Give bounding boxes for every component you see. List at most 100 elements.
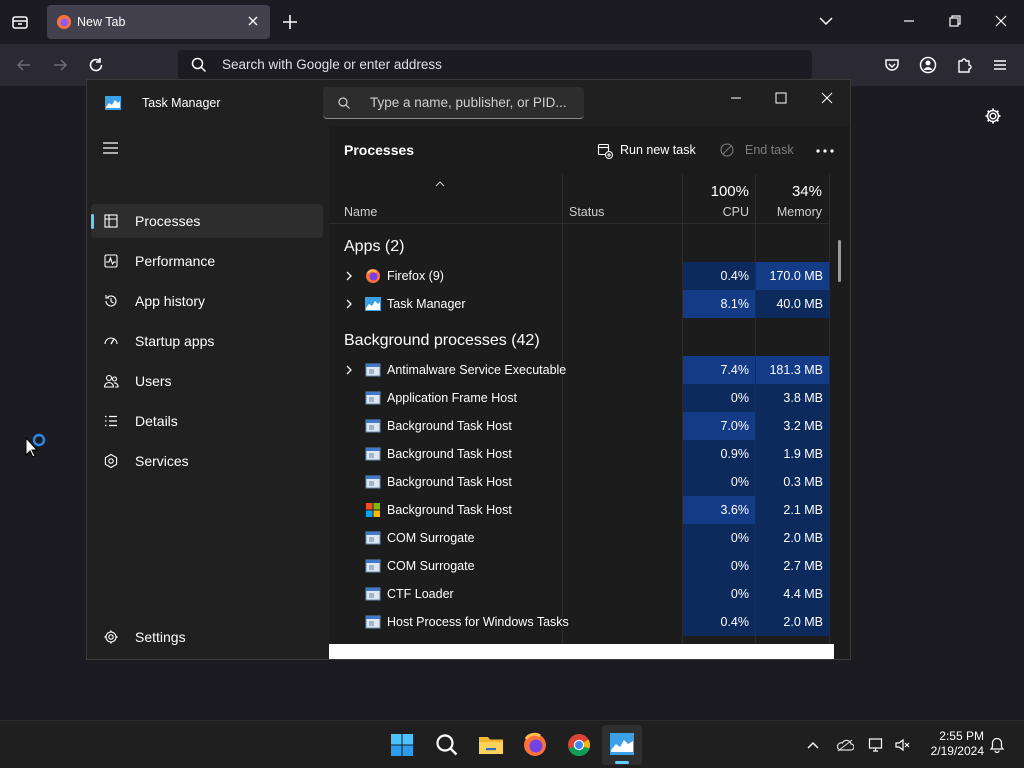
chevron-up-icon[interactable]: [804, 737, 822, 753]
sidebar-item-users[interactable]: Users: [91, 364, 323, 398]
end-task-icon: [720, 143, 734, 157]
list-all-tabs-icon[interactable]: [10, 12, 30, 32]
cpu-cell: 7.0%: [683, 412, 755, 440]
network-icon[interactable]: [868, 737, 886, 753]
table-row[interactable]: Antimalware Service Executable 7.4% 181.3 …: [329, 356, 829, 384]
search-icon[interactable]: [431, 729, 463, 761]
more-options-icon[interactable]: [813, 138, 837, 164]
memory-cell: 170.0 MB: [756, 262, 829, 290]
memory-cell: 1.9 MB: [756, 440, 829, 468]
table-row[interactable]: Host Process for Windows Tasks 0.4% 2.0 MB: [329, 608, 829, 636]
sidebar-item-app-history[interactable]: App history: [91, 284, 323, 318]
sidebar-item-performance[interactable]: Performance: [91, 244, 323, 278]
notification-bell-icon[interactable]: [988, 737, 1006, 753]
gear-icon: [104, 630, 118, 644]
memory-value: 2.1 MB: [783, 503, 823, 517]
maximize-icon[interactable]: [763, 85, 799, 111]
users-icon: [103, 374, 119, 388]
start-icon[interactable]: [386, 729, 418, 761]
process-name: CTF Loader: [387, 587, 454, 601]
gear-icon[interactable]: [983, 106, 1003, 126]
cpu-value: 0.4%: [720, 615, 750, 629]
cpu-cell: 0.4%: [683, 262, 755, 290]
cpu-cell: 0.9%: [683, 440, 755, 468]
sort-up-icon[interactable]: [435, 180, 445, 188]
task-manager-taskbar-button[interactable]: [602, 725, 642, 765]
sidebar-item-services[interactable]: Services: [91, 444, 323, 478]
sidebar-item-settings[interactable]: Settings: [91, 620, 323, 654]
restore-icon[interactable]: [945, 11, 965, 31]
process-name: Background Task Host: [387, 447, 512, 461]
firefox-icon[interactable]: [519, 729, 551, 761]
pocket-icon[interactable]: [882, 55, 902, 75]
column-divider[interactable]: [829, 174, 830, 644]
process-name: Background Task Host: [387, 419, 512, 433]
sidebar-item-startup-apps[interactable]: Startup apps: [91, 324, 323, 358]
cpu-cell: 0%: [683, 384, 755, 412]
extensions-icon[interactable]: [954, 55, 974, 75]
minimize-icon[interactable]: [718, 85, 754, 111]
scrollbar-thumb[interactable]: [838, 240, 841, 282]
horizontal-scrollbar[interactable]: [329, 644, 834, 659]
cpu-value: 0.9%: [720, 447, 750, 461]
table-row[interactable]: Background Task Host 3.6% 2.1 MB: [329, 496, 829, 524]
memory-cell: 2.0 MB: [756, 524, 829, 552]
column-header-cpu[interactable]: CPU: [683, 205, 749, 219]
memory-value: 3.8 MB: [783, 391, 823, 405]
memory-value: 3.2 MB: [783, 419, 823, 433]
chevron-down-icon[interactable]: [816, 11, 836, 31]
column-header-memory[interactable]: Memory: [756, 205, 822, 219]
file-explorer-icon[interactable]: [475, 729, 507, 761]
process-search-input[interactable]: Type a name, publisher, or PID...: [323, 87, 584, 119]
vertical-scrollbar[interactable]: [833, 224, 847, 644]
back-icon[interactable]: [14, 55, 34, 75]
column-header-status[interactable]: Status: [569, 205, 604, 219]
tab-new-tab[interactable]: New Tab: [47, 5, 270, 39]
forward-icon[interactable]: [50, 55, 70, 75]
sidebar: Processes Performance App history Startu…: [87, 126, 327, 659]
minimize-icon[interactable]: [899, 11, 919, 31]
chevron-right-icon[interactable]: [344, 364, 354, 376]
memory-cell: 40.0 MB: [756, 290, 829, 318]
close-window-icon[interactable]: [991, 11, 1011, 31]
hamburger-menu-icon[interactable]: [101, 140, 121, 156]
page-title: Processes: [344, 142, 415, 158]
account-icon[interactable]: [918, 55, 938, 75]
column-header-name[interactable]: Name: [344, 205, 377, 219]
run-new-task-button[interactable]: Run new task: [593, 138, 697, 164]
reload-icon[interactable]: [86, 55, 106, 75]
table-row[interactable]: COM Surrogate 0% 2.7 MB: [329, 552, 829, 580]
volume-muted-icon[interactable]: [894, 737, 912, 753]
chevron-right-icon[interactable]: [344, 270, 354, 282]
chrome-icon[interactable]: [563, 729, 595, 761]
startup-apps-icon: [104, 337, 118, 345]
table-row[interactable]: Firefox (9) 0.4% 170.0 MB: [329, 262, 829, 290]
chevron-right-icon[interactable]: [344, 298, 354, 310]
table-row[interactable]: Application Frame Host 0% 3.8 MB: [329, 384, 829, 412]
table-row[interactable]: Background Task Host 7.0% 3.2 MB: [329, 412, 829, 440]
sidebar-item-details[interactable]: Details: [91, 404, 323, 438]
table-row[interactable]: CTF Loader 0% 4.4 MB: [329, 580, 829, 608]
address-bar[interactable]: Search with Google or enter address: [178, 50, 812, 80]
table-row[interactable]: Background Task Host 0.9% 1.9 MB: [329, 440, 829, 468]
menu-icon[interactable]: [990, 55, 1010, 75]
table-row[interactable]: Task Manager 8.1% 40.0 MB: [329, 290, 829, 318]
task-manager-title-bar[interactable]: Task Manager Type a name, publisher, or …: [87, 80, 850, 126]
onedrive-icon[interactable]: [836, 737, 854, 753]
table-row[interactable]: Background Task Host 0% 0.3 MB: [329, 468, 829, 496]
services-icon: [104, 453, 118, 469]
system-clock[interactable]: 2:55 PM 2/19/2024: [920, 729, 984, 759]
close-icon[interactable]: [809, 85, 845, 111]
app-history-icon: [105, 295, 117, 307]
process-name: COM Surrogate: [387, 559, 475, 573]
sidebar-item-processes[interactable]: Processes: [91, 204, 323, 238]
end-task-button[interactable]: End task: [715, 138, 799, 164]
taskbar: 2:55 PM 2/19/2024: [0, 720, 1024, 768]
new-tab-icon[interactable]: [280, 12, 300, 32]
search-icon: [191, 57, 207, 73]
cpu-value: 7.4%: [720, 363, 750, 377]
end-task-label: End task: [745, 143, 794, 157]
close-tab-icon[interactable]: [245, 13, 261, 29]
table-row[interactable]: COM Surrogate 0% 2.0 MB: [329, 524, 829, 552]
firefox-icon: [57, 15, 71, 29]
